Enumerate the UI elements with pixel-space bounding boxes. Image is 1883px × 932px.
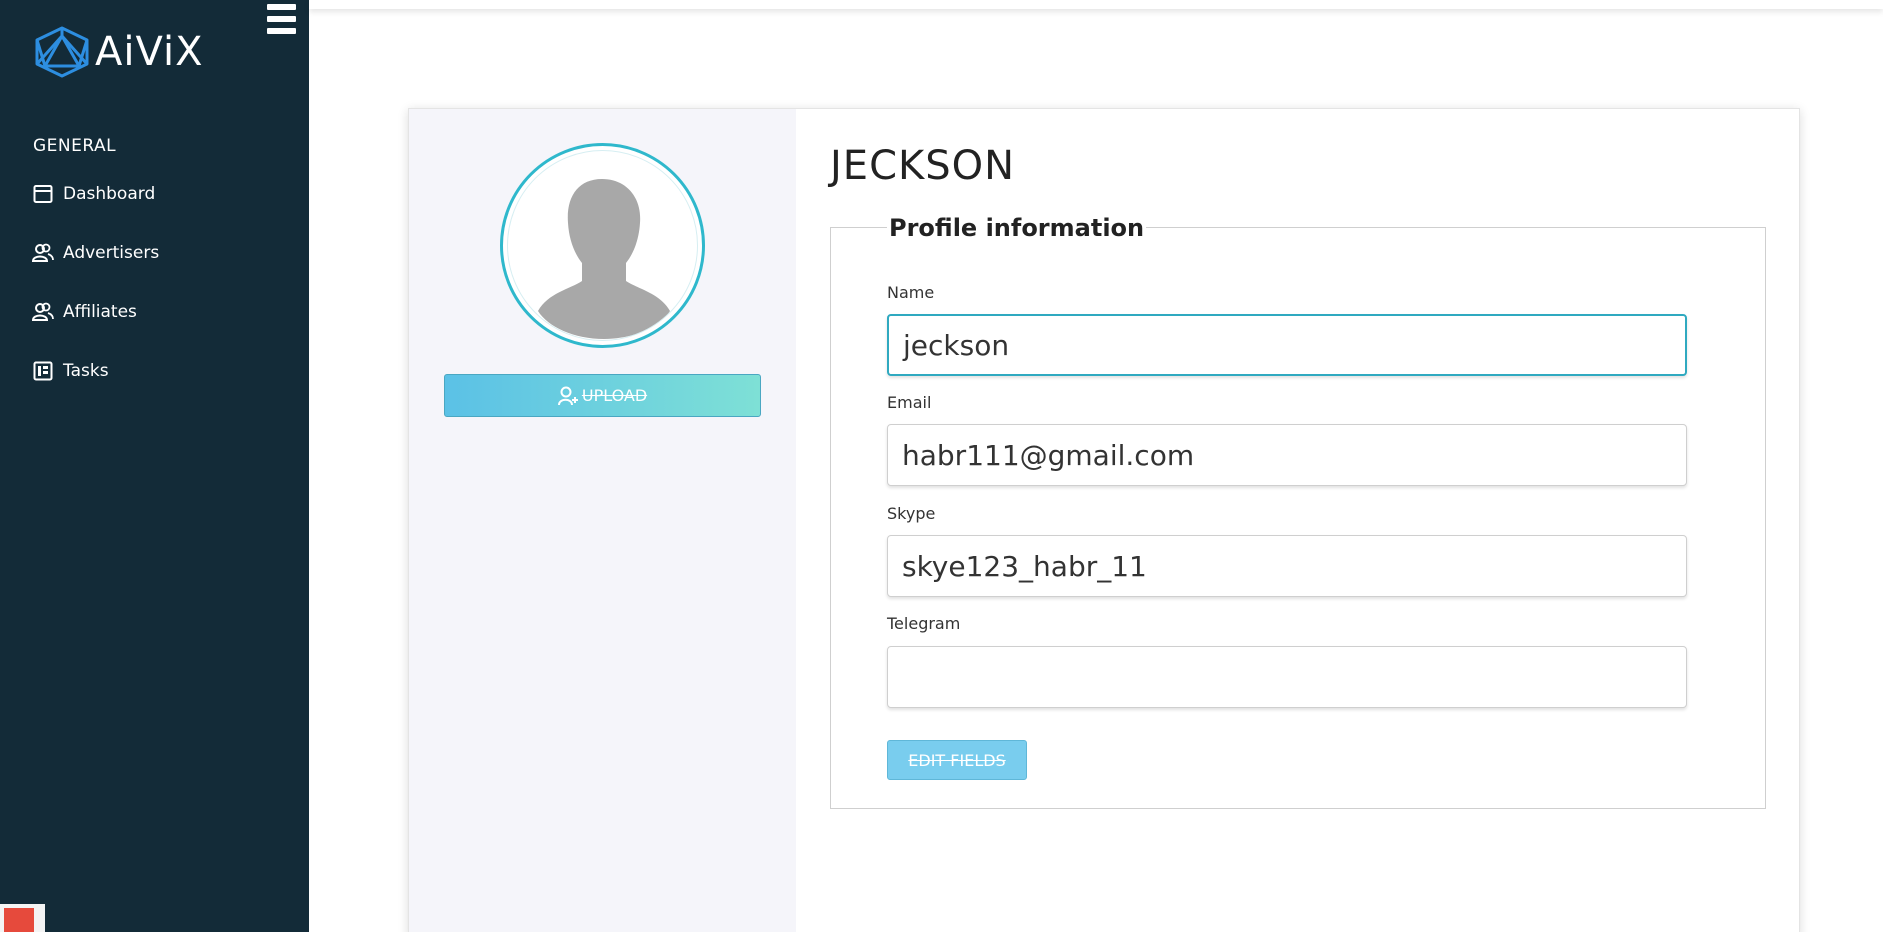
profile-information-fieldset: Profile information Name jeckson Email h… <box>830 214 1766 809</box>
avatar <box>500 143 705 348</box>
upload-label: UPLOAD <box>581 386 648 405</box>
users-icon <box>32 301 54 323</box>
skype-field[interactable]: skye123_habr_11 <box>887 535 1687 597</box>
edit-fields-button[interactable]: EDIT FIELDS <box>887 740 1027 780</box>
nav-section-title: GENERAL <box>33 136 117 156</box>
upload-button[interactable]: UPLOAD <box>444 374 761 417</box>
badge-icon <box>4 908 34 932</box>
avatar-panel: UPLOAD <box>409 109 796 932</box>
page-title: JECKSON <box>830 143 1016 189</box>
sidebar-item-label: Tasks <box>63 361 109 381</box>
menu-bar <box>267 16 296 22</box>
telegram-label: Telegram <box>887 614 961 633</box>
users-icon <box>32 242 54 264</box>
skype-label: Skype <box>887 504 936 523</box>
add-user-icon <box>557 386 578 405</box>
sidebar-item-affiliates[interactable]: Affiliates <box>32 301 137 323</box>
top-bar <box>309 0 1883 9</box>
profile-form-panel: JECKSON Profile information Name jeckson… <box>796 109 1799 932</box>
tasks-icon <box>32 360 54 382</box>
logo[interactable]: AiViX <box>33 26 203 78</box>
sidebar-item-tasks[interactable]: Tasks <box>32 360 109 382</box>
corner-badge[interactable] <box>0 904 45 932</box>
menu-toggle-button[interactable] <box>267 4 296 34</box>
sidebar-item-advertisers[interactable]: Advertisers <box>32 242 159 264</box>
menu-bar <box>267 4 296 10</box>
calendar-icon <box>32 183 54 205</box>
sidebar-item-label: Advertisers <box>63 243 160 263</box>
section-title: Profile information <box>887 214 1147 242</box>
sidebar: AiViX GENERAL Dashboard Advertisers Affi… <box>0 0 309 932</box>
sidebar-item-label: Dashboard <box>63 184 156 204</box>
sidebar-item-dashboard[interactable]: Dashboard <box>32 183 155 205</box>
name-label: Name <box>887 283 935 302</box>
sidebar-item-label: Affiliates <box>63 302 137 322</box>
brand-name: AiViX <box>95 29 204 75</box>
menu-bar <box>267 28 296 34</box>
email-field[interactable]: habr111@gmail.com <box>887 424 1687 486</box>
telegram-field[interactable] <box>887 646 1687 708</box>
email-label: Email <box>887 393 932 412</box>
name-field[interactable]: jeckson <box>887 314 1687 376</box>
logo-mark-icon <box>35 26 89 78</box>
profile-card: UPLOAD JECKSON Profile information Name … <box>408 108 1800 932</box>
avatar-placeholder-icon <box>507 150 698 341</box>
